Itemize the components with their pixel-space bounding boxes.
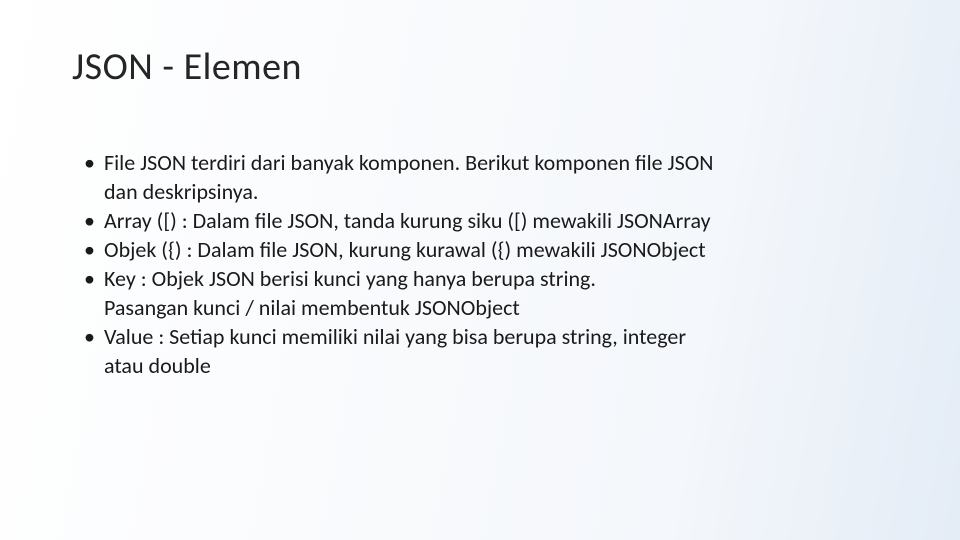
slide-content: File JSON terdiri dari banyak komponen. …: [72, 148, 900, 380]
bullet-list: File JSON terdiri dari banyak komponen. …: [72, 148, 900, 380]
bullet-text: Key : Objek JSON berisi kunci yang hanya…: [104, 265, 596, 292]
slide-title: JSON - Elemen: [72, 44, 302, 90]
bullet-text: Value : Setiap kunci memiliki nilai yang…: [104, 323, 686, 350]
list-item: Key : Objek JSON berisi kunci yang hanya…: [90, 264, 900, 322]
bullet-text-cont: atau double: [104, 351, 900, 380]
list-item: File JSON terdiri dari banyak komponen. …: [90, 148, 900, 206]
bullet-text-cont: Pasangan kunci / nilai membentuk JSONObj…: [104, 293, 900, 322]
bullet-text: Array ([) : Dalam file JSON, tanda kurun…: [104, 207, 711, 234]
bullet-text: Objek ({) : Dalam file JSON, kurung kura…: [104, 236, 706, 263]
slide: JSON - Elemen File JSON terdiri dari ban…: [0, 0, 960, 540]
list-item: Array ([) : Dalam file JSON, tanda kurun…: [90, 206, 900, 235]
list-item: Value : Setiap kunci memiliki nilai yang…: [90, 322, 900, 380]
list-item: Objek ({) : Dalam file JSON, kurung kura…: [90, 235, 900, 264]
bullet-text: File JSON terdiri dari banyak komponen. …: [104, 149, 714, 176]
bullet-text-cont: dan deskripsinya.: [104, 177, 900, 206]
